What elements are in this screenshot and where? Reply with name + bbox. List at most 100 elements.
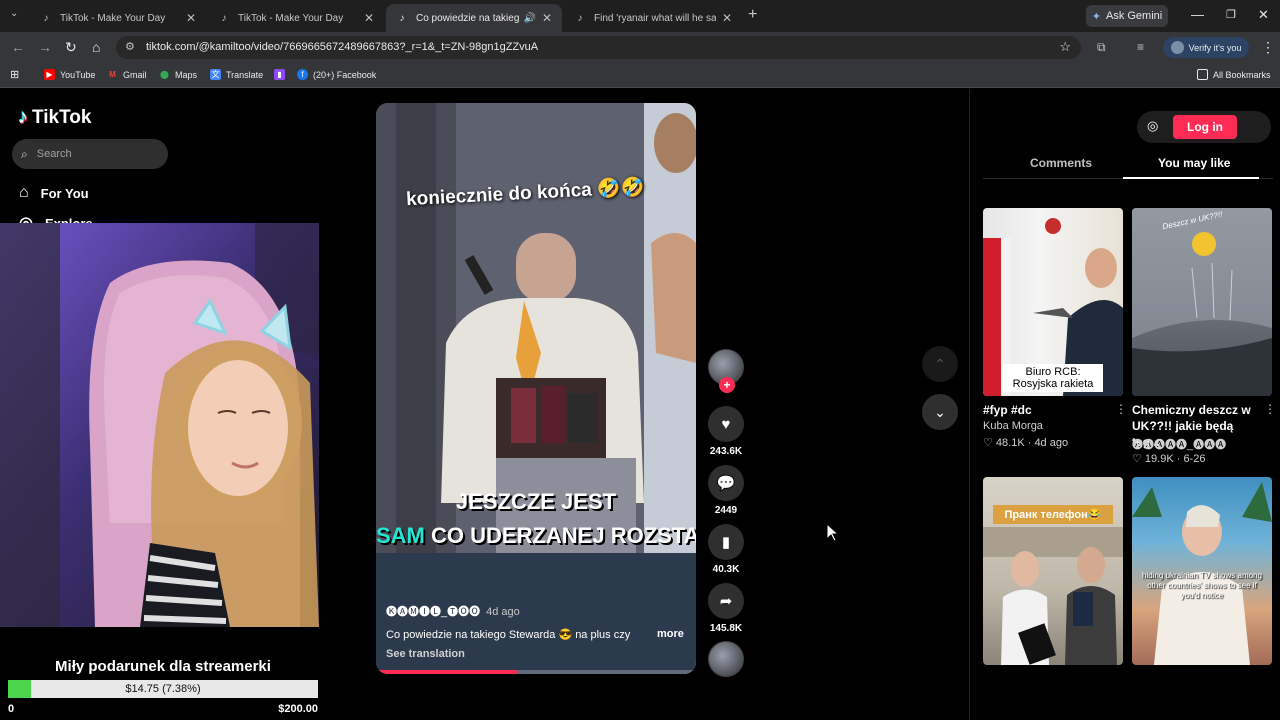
home-icon: ⌂	[19, 184, 29, 201]
tab-comments[interactable]: Comments	[1030, 156, 1092, 170]
browser-tab-4[interactable]: ♪ Find 'ryanair what will he say to ✕	[564, 4, 742, 32]
verify-profile-button[interactable]: Verify it's you	[1163, 37, 1249, 58]
tiktok-logo[interactable]: ♪ TikTok	[18, 106, 91, 129]
bookmark-label: Gmail	[123, 69, 147, 80]
card-meta: ♡ 19.9K · 6-26	[1132, 453, 1206, 465]
extensions-icon[interactable]: ⧉	[1097, 40, 1106, 55]
tiktok-page: ♪ TikTok ⌕ Search ⌂ For You ◎ Explore	[0, 89, 1280, 720]
video-thumbnail[interactable]: hiding ukrainian TV shows among other co…	[1132, 477, 1272, 665]
video-player[interactable]: koniecznie do końca 🤣🤣 JESZCZE JEST SAM …	[376, 103, 696, 674]
apps-grid-icon[interactable]: ⊞	[10, 68, 19, 81]
browser-tab-3-active[interactable]: ♪ Co powiedzie na takiego St 🔊 ✕	[386, 4, 562, 32]
save-button[interactable]: ▮	[708, 524, 744, 560]
recommended-video-card[interactable]: Biuro RCB: Rosyjska rakieta #fyp #dc ⋮ K…	[983, 208, 1127, 449]
search-icon: ⌕	[21, 146, 28, 161]
url-text: tiktok.com/@kamiltoo/video/7669665672489…	[146, 41, 539, 53]
bookmark-label: Maps	[175, 69, 198, 80]
browser-tabbar: ⌄ ♪ TikTok - Make Your Day ✕ ♪ TikTok - …	[0, 0, 1280, 32]
gmail-icon: M	[109, 70, 116, 79]
comment-button[interactable]: 💬	[708, 465, 744, 501]
video-subtitle-line1: JESZCZE JEST	[455, 489, 617, 514]
recommended-video-card[interactable]: hiding ukrainian TV shows among other co…	[1132, 477, 1272, 665]
share-button[interactable]: ➦	[708, 583, 744, 619]
close-tab-icon[interactable]: ✕	[186, 11, 196, 25]
nav-for-you[interactable]: ⌂ For You	[19, 184, 89, 202]
like-count: 243.6K	[709, 446, 743, 457]
tab-you-may-like[interactable]: You may like	[1158, 156, 1230, 170]
see-translation-link[interactable]: See translation	[386, 648, 465, 660]
recommended-video-card[interactable]: Пранк телефон😂	[983, 477, 1123, 665]
video-progress-bar[interactable]	[376, 670, 696, 674]
bookmark-translate[interactable]: 文 Translate	[210, 69, 263, 80]
active-tab-indicator	[1123, 177, 1259, 179]
bookmark-star-icon[interactable]: ☆	[1059, 39, 1071, 55]
video-author[interactable]: 🅚🅐🅜🅘🅛_🅣🅞🅞 4d ago	[386, 603, 520, 619]
recommended-video-card[interactable]: Deszcz w UK??!! Chemiczny deszcz w UK??!…	[1132, 208, 1276, 465]
reload-icon[interactable]: ↻	[65, 39, 77, 56]
bookmark-youtube[interactable]: ▶ YouTube	[44, 69, 95, 80]
comment-icon: 💬	[716, 475, 736, 492]
restore-icon[interactable]: ❐	[1226, 8, 1236, 21]
nav-label: For You	[40, 185, 89, 201]
close-tab-icon[interactable]: ✕	[542, 11, 552, 25]
follow-plus-icon[interactable]: +	[719, 377, 735, 393]
minimize-icon[interactable]: —	[1191, 7, 1204, 22]
tiktok-note-icon: ♪	[18, 106, 28, 128]
new-tab-button[interactable]: +	[748, 6, 757, 24]
all-bookmarks[interactable]: All Bookmarks	[1197, 69, 1271, 80]
more-button[interactable]: more	[657, 628, 684, 640]
video-thumbnail[interactable]: Пранк телефон😂	[983, 477, 1123, 665]
share-count: 145.8K	[709, 623, 743, 634]
card-menu-icon[interactable]: ⋮	[1264, 402, 1276, 416]
browser-menu-icon[interactable]: ⋮	[1261, 39, 1275, 56]
thumbnail-caption: Biuro RCB: Rosyjska rakieta	[1003, 364, 1103, 392]
card-menu-icon[interactable]: ⋮	[1115, 402, 1127, 416]
next-video-button[interactable]: ⌄	[922, 394, 958, 430]
bookmarks-bar: ⊞ ▶ YouTube M Gmail ⬤ Maps 文 Translate ▮…	[0, 63, 1280, 88]
tiktok-favicon-icon: ♪	[399, 12, 405, 24]
chevron-up-icon: ⌃	[934, 355, 946, 372]
donation-max: $200.00	[278, 703, 318, 715]
browser-tab-1[interactable]: ♪ TikTok - Make Your Day ✕	[30, 4, 206, 32]
search-input[interactable]: ⌕ Search	[12, 139, 168, 169]
tiktok-favicon-icon: ♪	[43, 12, 49, 24]
chevron-down-icon: ⌄	[934, 403, 946, 420]
previous-video-button[interactable]: ⌃	[922, 346, 958, 382]
forward-arrow-icon[interactable]: →	[38, 39, 52, 55]
close-tab-icon[interactable]: ✕	[722, 11, 732, 25]
compass-icon[interactable]: ◎	[1147, 118, 1158, 134]
facebook-icon: f	[297, 69, 308, 80]
close-window-icon[interactable]: ✕	[1258, 7, 1269, 23]
back-arrow-icon[interactable]: ←	[11, 39, 25, 55]
video-thumbnail[interactable]: Biuro RCB: Rosyjska rakieta	[983, 208, 1123, 396]
bookmark-icon: ▮	[721, 534, 731, 551]
browser-tab-2[interactable]: ♪ TikTok - Make Your Day ✕	[208, 4, 384, 32]
site-info-icon[interactable]: ⚙	[125, 40, 135, 53]
thumbnail-caption: hiding ukrainian TV shows among other co…	[1142, 571, 1262, 600]
card-author[interactable]: 🅐🅐🅐🅐🅐_🅐🅐🅐	[1132, 436, 1226, 452]
speaker-icon[interactable]: 🔊	[523, 13, 535, 24]
bookmark-twitch[interactable]: ▮	[274, 69, 290, 80]
all-bookmarks-label: All Bookmarks	[1213, 69, 1271, 80]
home-icon[interactable]: ⌂	[92, 39, 100, 55]
close-tab-icon[interactable]: ✕	[364, 11, 374, 25]
video-thumbnail[interactable]: Deszcz w UK??!!	[1132, 208, 1272, 396]
card-author[interactable]: Kuba Morga	[983, 420, 1043, 432]
like-button[interactable]: ♥	[708, 406, 744, 442]
streamer-webcam	[0, 223, 319, 627]
bookmark-gmail[interactable]: M Gmail	[107, 69, 147, 80]
maps-pin-icon: ⬤	[160, 70, 169, 79]
share-arrow-icon: ➦	[719, 593, 733, 610]
login-button[interactable]: Log in	[1173, 115, 1237, 139]
address-bar[interactable]: ⚙ tiktok.com/@kamiltoo/video/76696656724…	[116, 36, 1081, 59]
ask-gemini-button[interactable]: ✦ Ask Gemini	[1086, 5, 1168, 27]
webcam-scene	[0, 223, 319, 627]
bookmark-facebook[interactable]: f (20+) Facebook	[297, 69, 376, 80]
bookmark-maps[interactable]: ⬤ Maps	[159, 69, 197, 80]
comment-count: 2449	[714, 505, 738, 516]
folder-icon	[1197, 69, 1208, 80]
reading-list-icon[interactable]: ≡	[1137, 40, 1144, 54]
tab-search-icon[interactable]: ⌄	[10, 8, 18, 19]
sound-avatar[interactable]	[708, 641, 744, 677]
bookmark-label: Translate	[226, 69, 264, 80]
